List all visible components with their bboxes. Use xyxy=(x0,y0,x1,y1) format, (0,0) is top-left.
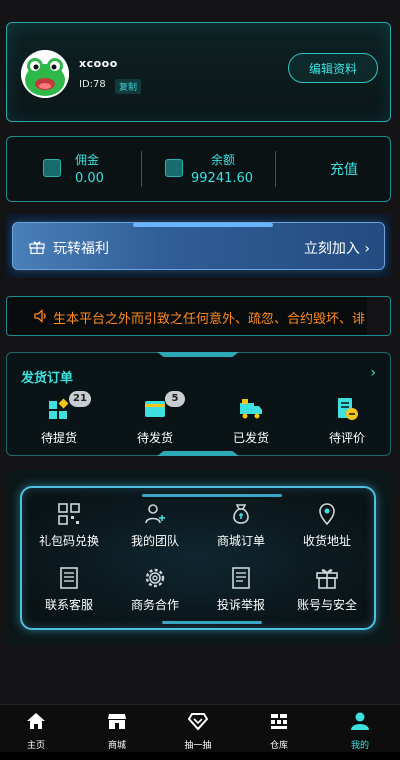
frame-decoration xyxy=(142,494,282,497)
gift-box-icon xyxy=(316,569,338,589)
order-shipped[interactable]: 已发货 xyxy=(215,395,287,445)
location-icon xyxy=(319,503,335,526)
service-gift-code[interactable]: 礼包码兑换 xyxy=(26,502,112,554)
frog-avatar-icon xyxy=(21,50,69,98)
frame-decoration xyxy=(162,621,262,624)
service-address[interactable]: 收货地址 xyxy=(284,502,370,554)
service-account-security[interactable]: 账号与安全 xyxy=(284,566,370,618)
notice-bar: 生本平台之外而引致之任何意外、疏忽、合约毁坏、诽 xyxy=(6,296,391,336)
balance-value: 99241.60 xyxy=(191,171,254,186)
banner-decoration xyxy=(133,223,273,227)
order-pending-shipment[interactable]: 5 待发货 xyxy=(119,391,191,445)
join-label: 立刻加入 xyxy=(303,241,360,257)
tab-label: 主页 xyxy=(26,741,45,751)
user-icon xyxy=(351,712,369,730)
grid-icon xyxy=(49,398,69,419)
join-button[interactable]: 立刻加入 › xyxy=(304,238,370,258)
orders-title: 发货订单 xyxy=(21,371,74,386)
order-label: 已发货 xyxy=(232,431,269,445)
service-business[interactable]: 商务合作 xyxy=(112,566,198,618)
order-label: 待发货 xyxy=(136,431,173,445)
service-label: 我的团队 xyxy=(130,534,179,548)
divider xyxy=(141,151,142,187)
commission-icon xyxy=(43,159,61,177)
commission-label: 佣金 xyxy=(75,153,100,167)
tab-warehouse[interactable]: 仓库 xyxy=(243,711,315,751)
tab-lottery[interactable]: 抽一抽 xyxy=(162,711,234,751)
service-label: 联系客服 xyxy=(44,598,93,612)
order-label: 待提货 xyxy=(40,431,77,445)
count-badge: 21 xyxy=(69,391,91,407)
services-frame: 礼包码兑换 我的团队 商城订单 收货地址 联系客服 商务合作 投诉举报 账号与安… xyxy=(20,486,376,630)
gift-icon xyxy=(29,241,45,254)
team-icon xyxy=(145,504,165,524)
tab-home[interactable]: 主页 xyxy=(0,711,72,751)
count-badge: 5 xyxy=(165,391,185,407)
orders-panel: 发货订单 › 21 待提货 5 待发货 已发货 待评价 xyxy=(6,352,391,456)
edit-profile-button[interactable]: 编辑资料 xyxy=(288,53,378,83)
diamond-icon xyxy=(188,713,208,731)
speaker-icon xyxy=(34,309,46,323)
gear-icon xyxy=(145,568,165,588)
recharge-button[interactable]: 充值 xyxy=(330,159,358,179)
service-mall-orders[interactable]: 商城订单 xyxy=(198,502,284,554)
welfare-banner[interactable]: 玩转福利 立刻加入 › xyxy=(6,214,391,278)
truck-icon xyxy=(240,399,262,419)
chevron-right-icon: › xyxy=(364,241,370,257)
wallet-icon xyxy=(165,159,183,177)
notice-fade xyxy=(367,297,390,335)
welfare-title: 玩转福利 xyxy=(53,241,109,257)
welfare-banner-inner: 玩转福利 立刻加入 › xyxy=(12,222,385,270)
moneybag-icon xyxy=(233,504,249,524)
order-pending-pickup[interactable]: 21 待提货 xyxy=(23,391,95,445)
service-label: 账号与安全 xyxy=(296,598,357,612)
copy-id-button[interactable]: 复制 xyxy=(115,79,142,94)
document-icon xyxy=(60,567,78,589)
tab-label: 仓库 xyxy=(269,741,288,751)
service-contact[interactable]: 联系客服 xyxy=(26,566,112,618)
shop-icon xyxy=(108,714,126,729)
divider xyxy=(275,151,276,187)
username: xcooo xyxy=(79,57,118,70)
panel-decoration xyxy=(157,451,239,456)
service-my-team[interactable]: 我的团队 xyxy=(112,502,198,554)
balance-label: 余额 xyxy=(211,153,236,167)
notice-text: 生本平台之外而引致之任何意外、疏忽、合约毁坏、诽 xyxy=(53,312,366,327)
user-id: ID:78 xyxy=(79,79,106,90)
chevron-right-icon[interactable]: › xyxy=(370,365,376,381)
service-label: 投诉举报 xyxy=(216,598,265,612)
report-icon xyxy=(232,567,250,589)
qrcode-icon xyxy=(58,503,80,525)
commission-value: 0.00 xyxy=(75,171,104,186)
order-label: 待评价 xyxy=(328,431,365,445)
panel-decoration xyxy=(157,352,239,357)
card-icon xyxy=(145,401,165,417)
services-panel: 礼包码兑换 我的团队 商城订单 收货地址 联系客服 商务合作 投诉举报 账号与安… xyxy=(6,470,391,645)
bottom-tab-bar: 主页 商城 抽一抽 仓库 我的 xyxy=(0,704,400,752)
order-pending-review[interactable]: 待评价 xyxy=(311,395,383,445)
service-label: 商务合作 xyxy=(130,598,179,612)
tab-label: 我的 xyxy=(350,741,369,751)
avatar[interactable] xyxy=(21,50,69,98)
bottom-strip xyxy=(0,752,400,760)
tab-label: 抽一抽 xyxy=(184,741,212,751)
tab-mine[interactable]: 我的 xyxy=(324,711,396,751)
service-report[interactable]: 投诉举报 xyxy=(198,566,284,618)
home-icon xyxy=(27,713,45,729)
balance-card: 佣金 0.00 余额 99241.60 充值 xyxy=(6,136,391,202)
profile-card: xcooo ID:78 复制 编辑资料 xyxy=(6,22,391,122)
warehouse-icon xyxy=(271,714,287,729)
review-icon xyxy=(338,398,358,420)
tab-shop[interactable]: 商城 xyxy=(81,711,153,751)
service-label: 收货地址 xyxy=(302,534,351,548)
service-label: 礼包码兑换 xyxy=(38,534,99,548)
tab-label: 商城 xyxy=(107,741,126,751)
service-label: 商城订单 xyxy=(216,534,265,548)
